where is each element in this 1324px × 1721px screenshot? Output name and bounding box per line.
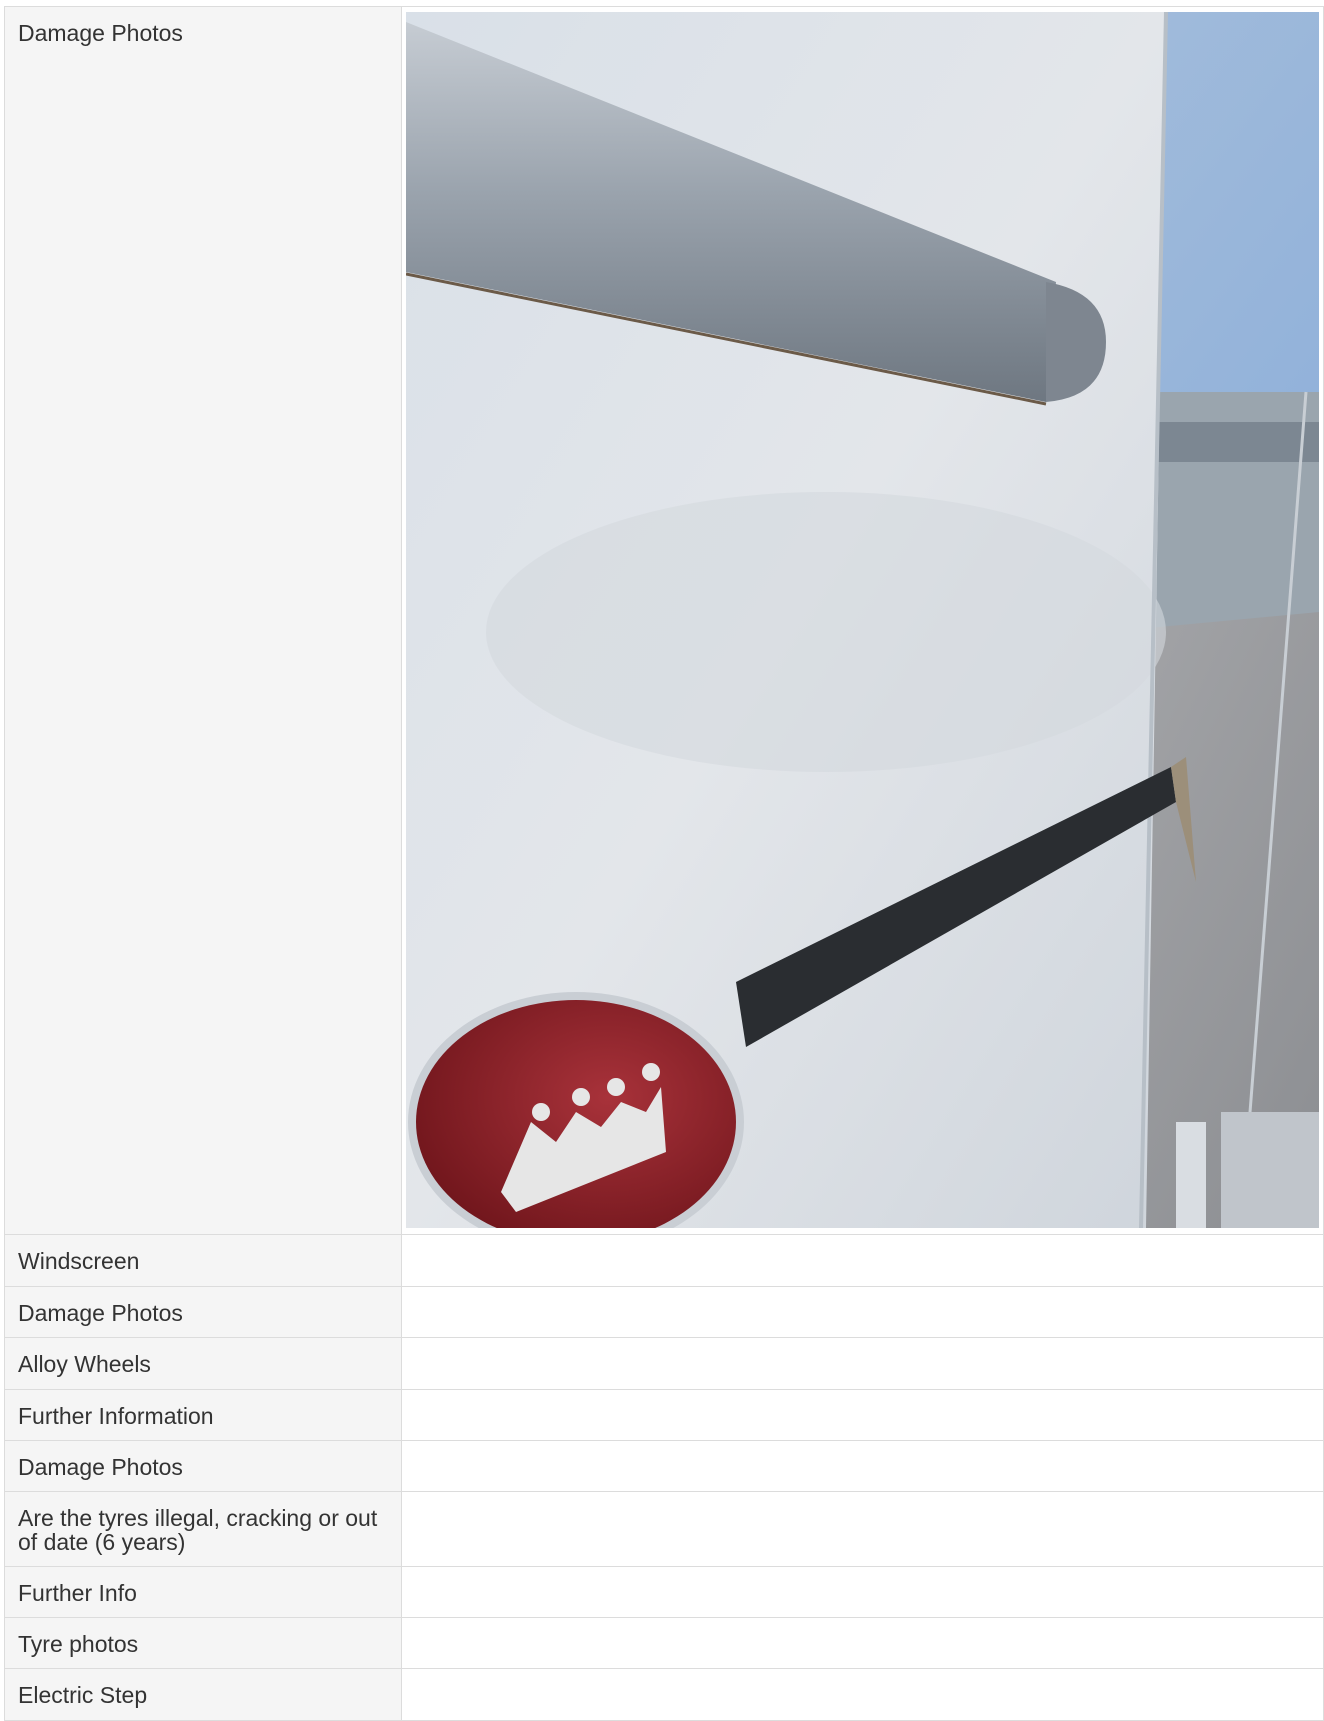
row-value xyxy=(401,1234,1324,1287)
table-row: Tyre photos xyxy=(4,1617,1324,1669)
row-label: Further Information xyxy=(4,1389,402,1441)
row-value xyxy=(401,1389,1324,1441)
row-value xyxy=(401,1440,1324,1492)
row-value xyxy=(401,1566,1324,1618)
table-row: Damage Photos xyxy=(4,1286,1324,1338)
table-row: Damage Photos xyxy=(4,6,1324,1235)
table-row: Further Info xyxy=(4,1566,1324,1618)
inspection-report-table: Damage Photos Windscreen Damage Photos A… xyxy=(4,6,1324,1721)
table-row: Windscreen xyxy=(4,1234,1324,1287)
row-label: Damage Photos xyxy=(4,6,402,1235)
row-value xyxy=(401,1491,1324,1567)
row-label: Windscreen xyxy=(4,1234,402,1287)
row-label: Further Info xyxy=(4,1566,402,1618)
row-label: Damage Photos xyxy=(4,1286,402,1338)
table-row: Are the tyres illegal, cracking or out o… xyxy=(4,1491,1324,1567)
table-row: Alloy Wheels xyxy=(4,1337,1324,1390)
row-value xyxy=(401,1617,1324,1669)
row-label: Tyre photos xyxy=(4,1617,402,1669)
row-label: Alloy Wheels xyxy=(4,1337,402,1390)
damage-photo[interactable] xyxy=(406,12,1319,1228)
row-value xyxy=(401,1337,1324,1390)
row-label: Damage Photos xyxy=(4,1440,402,1492)
table-row: Further Information xyxy=(4,1389,1324,1441)
row-value xyxy=(401,6,1324,1235)
row-value xyxy=(401,1286,1324,1338)
table-row: Damage Photos xyxy=(4,1440,1324,1492)
row-label: Are the tyres illegal, cracking or out o… xyxy=(4,1491,402,1567)
